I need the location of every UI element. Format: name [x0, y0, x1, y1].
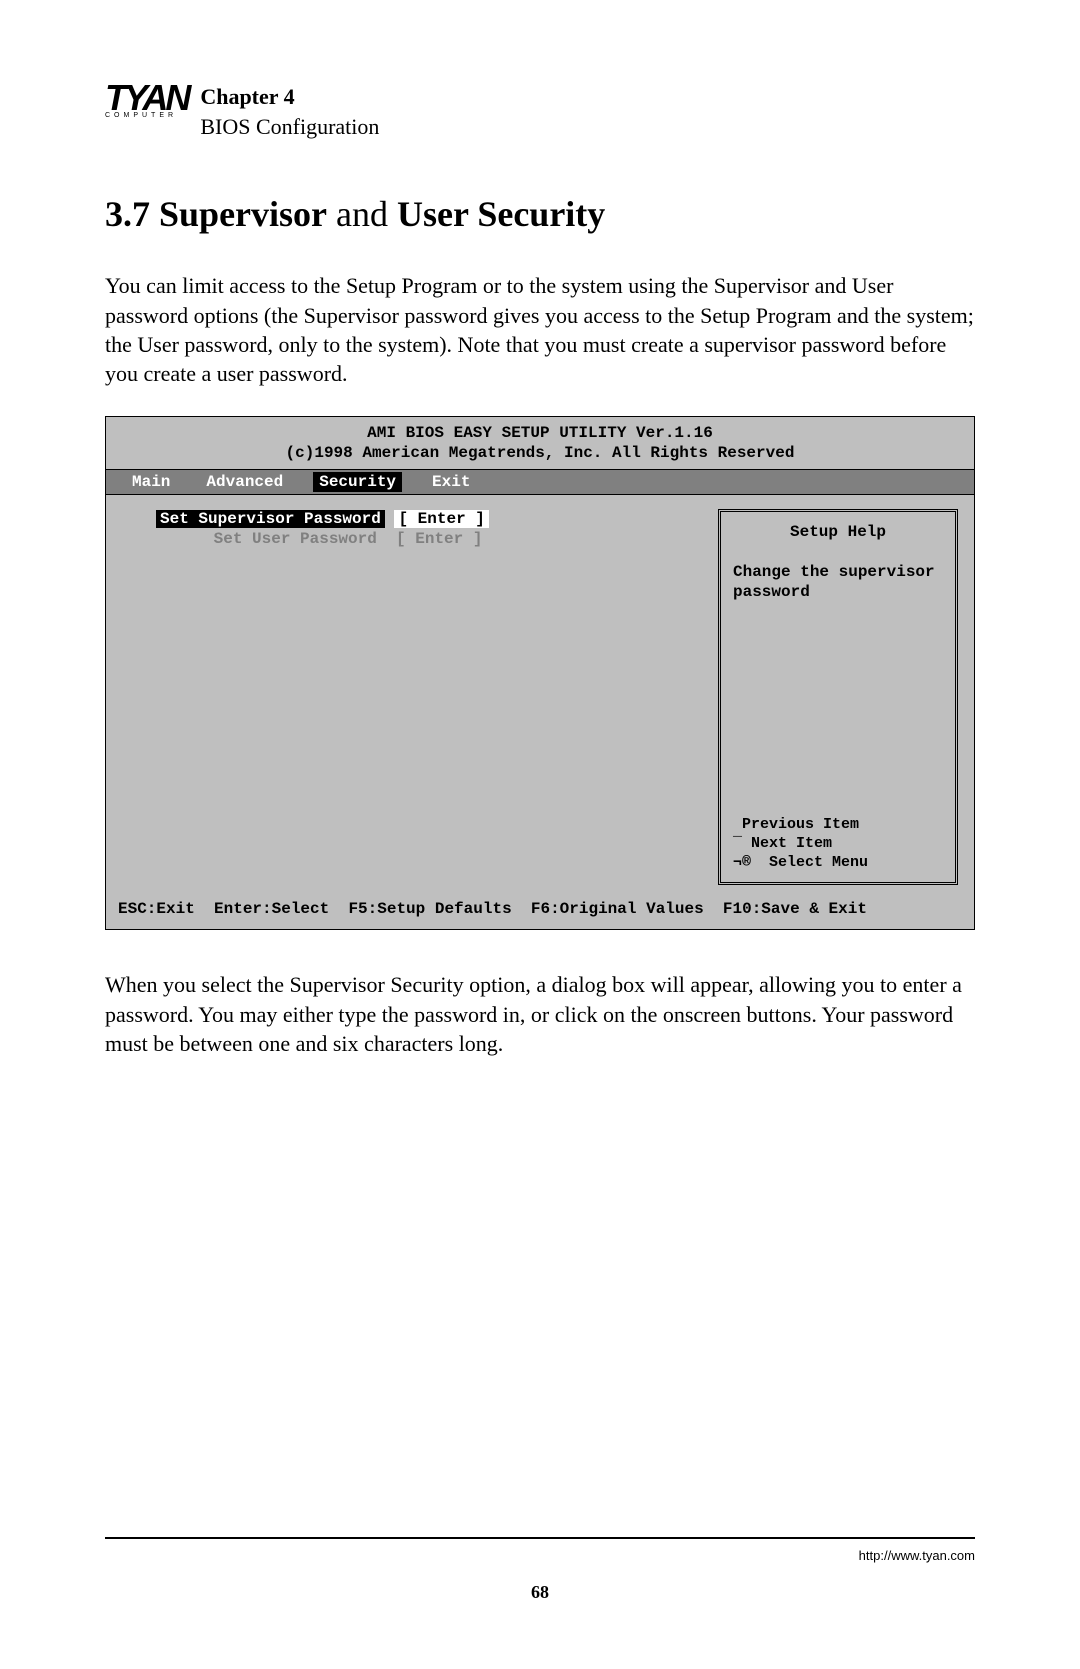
logo-text: TYAN — [105, 82, 188, 114]
section-title-part1: Supervisor — [159, 194, 327, 234]
nav-previous-item: ­ Previous Item — [733, 816, 943, 835]
intro-paragraph: You can limit access to the Setup Progra… — [105, 271, 975, 388]
tab-advanced[interactable]: Advanced — [200, 472, 289, 492]
chapter-subtitle: BIOS Configuration — [200, 112, 379, 142]
page-header: TYAN COMPUTER Chapter 4 BIOS Configurati… — [105, 82, 975, 141]
chapter-label: Chapter 4 — [200, 82, 379, 112]
footer-url: http://www.tyan.com — [859, 1548, 975, 1563]
page-number: 68 — [0, 1582, 1080, 1603]
bios-help-panel: Setup Help Change the supervisor passwor… — [718, 509, 958, 885]
bios-panel: AMI BIOS EASY SETUP UTILITY Ver.1.16 (c)… — [105, 416, 975, 930]
tab-security[interactable]: Security — [313, 472, 402, 492]
help-text: Change the supervisor password — [733, 562, 943, 602]
section-title: 3.7 Supervisor and User Security — [105, 193, 975, 235]
bios-options: Set Supervisor Password [ Enter ] Set Us… — [156, 509, 704, 885]
option-supervisor-password[interactable]: Set Supervisor Password [ Enter ] — [156, 509, 704, 529]
bios-menu-bar: Main Advanced Security Exit — [106, 469, 974, 495]
section-title-mid: and — [327, 194, 397, 234]
footer-rule — [105, 1537, 975, 1539]
chapter-block: Chapter 4 BIOS Configuration — [200, 82, 379, 141]
section-number: 3.7 — [105, 194, 150, 234]
option-user-password[interactable]: Set User Password [ Enter ] — [156, 529, 704, 549]
bios-copyright: (c)1998 American Megatrends, Inc. All Ri… — [106, 443, 974, 469]
tyan-logo: TYAN COMPUTER — [105, 82, 188, 119]
supervisor-password-value: [ Enter ] — [394, 510, 488, 528]
nav-next-item: ¯ Next Item — [733, 835, 943, 854]
tab-exit[interactable]: Exit — [426, 472, 476, 492]
bios-body: Set Supervisor Password [ Enter ] Set Us… — [106, 495, 974, 895]
help-nav: ­ Previous Item ¯ Next Item ¬® Select Me… — [733, 816, 943, 872]
user-password-value: [ Enter ] — [396, 530, 482, 548]
nav-select-menu: ¬® Select Menu — [733, 854, 943, 873]
after-paragraph: When you select the Supervisor Security … — [105, 970, 975, 1058]
tab-main[interactable]: Main — [126, 472, 176, 492]
supervisor-password-label: Set Supervisor Password — [156, 510, 385, 528]
bios-title: AMI BIOS EASY SETUP UTILITY Ver.1.16 — [106, 417, 974, 443]
user-password-label: Set User Password — [214, 530, 377, 548]
bios-footer-hints: ESC:Exit Enter:Select F5:Setup Defaults … — [106, 895, 974, 929]
section-title-part2: User Security — [397, 194, 605, 234]
help-title: Setup Help — [733, 522, 943, 542]
